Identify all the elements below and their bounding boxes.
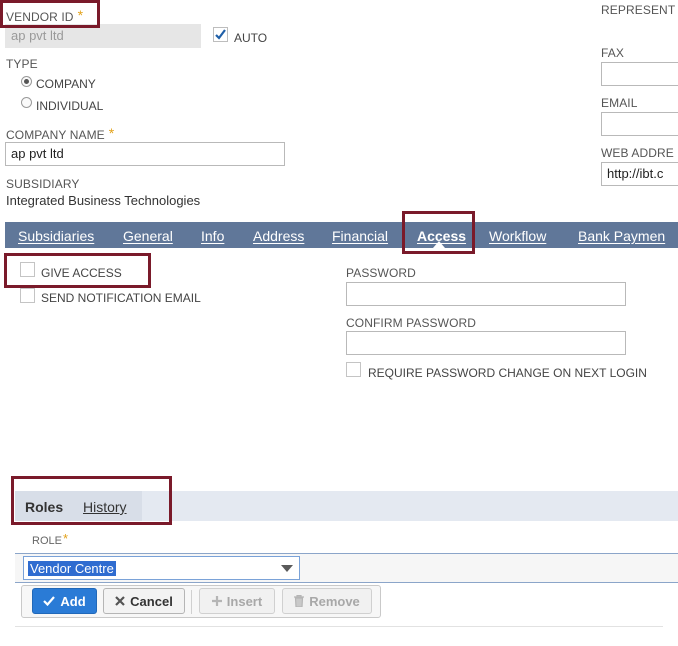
web-address-input[interactable]: http://ibt.c [601, 162, 678, 186]
plus-icon [211, 596, 222, 606]
roles-header-row: ROLE* [15, 521, 678, 554]
email-input[interactable] [601, 112, 678, 136]
checkmark-icon [43, 596, 56, 606]
confirm-password-input[interactable] [346, 331, 626, 355]
cancel-button[interactable]: Cancel [103, 588, 185, 614]
company-name-input[interactable]: ap pvt ltd [5, 142, 285, 166]
type-individual-radio[interactable] [21, 97, 32, 108]
required-marker: * [62, 531, 69, 546]
subtab-bar: Roles History [15, 491, 678, 521]
remove-button[interactable]: Remove [282, 588, 372, 614]
type-company-radio[interactable] [21, 76, 32, 87]
tab-bank-payment[interactable]: Bank Paymen [578, 228, 665, 244]
close-icon [115, 596, 125, 606]
trash-icon [294, 595, 305, 607]
type-label: TYPE [6, 57, 38, 71]
email-label: EMAIL [601, 96, 638, 110]
checkmark-icon [215, 29, 226, 40]
web-address-label: WEB ADDRE [601, 146, 674, 160]
record-tab-bar: Subsidiaries General Info Address Financ… [5, 222, 678, 248]
subtab-history[interactable]: History [83, 499, 127, 515]
role-select-value: Vendor Centre [28, 561, 116, 576]
role-column-header: ROLE* [32, 531, 69, 547]
subsidiary-label: SUBSIDIARY [6, 177, 80, 191]
button-separator [191, 590, 192, 614]
required-marker: * [108, 125, 115, 141]
chevron-down-icon [281, 565, 293, 572]
send-notification-checkbox[interactable] [20, 288, 35, 303]
tab-financial[interactable]: Financial [332, 228, 388, 244]
require-password-change-checkbox[interactable] [346, 362, 361, 377]
password-input[interactable] [346, 282, 626, 306]
give-access-checkbox[interactable] [20, 262, 35, 277]
required-marker: * [77, 7, 84, 23]
role-select[interactable]: Vendor Centre [23, 556, 300, 580]
company-name-label: COMPANY NAME * [6, 125, 115, 142]
represent-label: REPRESENT [601, 3, 676, 17]
password-label: PASSWORD [346, 266, 416, 280]
tab-subsidiaries[interactable]: Subsidiaries [18, 228, 94, 244]
require-password-change-label: REQUIRE PASSWORD CHANGE ON NEXT LOGIN [368, 366, 647, 380]
vendor-id-label: VENDOR ID * [6, 7, 84, 24]
fax-label: FAX [601, 46, 624, 60]
active-tab-caret-icon [433, 241, 445, 248]
give-access-label: GIVE ACCESS [41, 266, 122, 280]
tab-general[interactable]: General [123, 228, 173, 244]
confirm-password-label: CONFIRM PASSWORD [346, 316, 477, 330]
subtab-roles[interactable]: Roles [25, 499, 63, 515]
tab-address[interactable]: Address [253, 228, 304, 244]
tab-workflow[interactable]: Workflow [489, 228, 546, 244]
auto-label: AUTO [234, 31, 268, 45]
auto-checkbox[interactable] [213, 27, 228, 42]
tab-info[interactable]: Info [201, 228, 224, 244]
insert-button[interactable]: Insert [199, 588, 275, 614]
type-individual-label: INDIVIDUAL [36, 99, 104, 113]
type-company-label: COMPANY [36, 77, 96, 91]
divider [15, 626, 663, 627]
fax-input[interactable] [601, 62, 678, 86]
send-notification-label: SEND NOTIFICATION EMAIL [41, 291, 201, 305]
vendor-id-input[interactable]: ap pvt ltd [5, 24, 201, 48]
subsidiary-value: Integrated Business Technologies [6, 193, 201, 208]
add-button[interactable]: Add [32, 588, 97, 614]
